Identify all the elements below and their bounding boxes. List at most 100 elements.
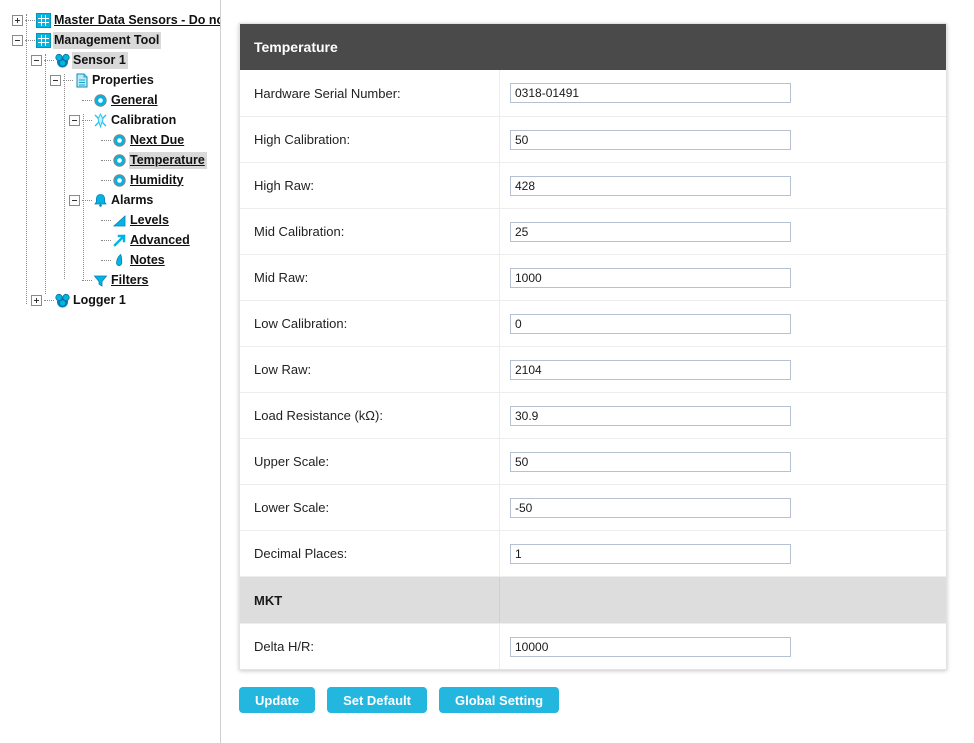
document-icon (74, 73, 89, 88)
tree-guide-rail (64, 74, 65, 279)
tree-node[interactable]: Advanced (0, 230, 220, 250)
field-label: High Raw: (240, 163, 500, 208)
tree-node[interactable]: Next Due (0, 130, 220, 150)
tree-connector-line (101, 239, 111, 241)
navigation-tree-panel: Master Data Sensors - Do no Management To… (0, 0, 221, 743)
tree-node[interactable]: Sensor 1 (0, 50, 220, 70)
field-label: Hardware Serial Number: (240, 70, 500, 116)
tree-node[interactable]: Properties (0, 70, 220, 90)
tree-node[interactable]: Alarms (0, 190, 220, 210)
circle-icon (112, 133, 127, 148)
field-value-cell (500, 301, 946, 346)
tree-node[interactable]: Humidity (0, 170, 220, 190)
circle-icon (93, 93, 108, 108)
field-label: Load Resistance (kΩ): (240, 393, 500, 438)
set-default-button[interactable]: Set Default (327, 687, 427, 713)
form-row: Low Calibration: (240, 300, 946, 346)
tree-connector-line (44, 299, 54, 301)
tree-node-label[interactable]: Alarms (110, 192, 155, 209)
tree-node-label[interactable]: Logger 1 (72, 292, 128, 309)
grid-icon (36, 32, 51, 48)
tree-guide-rail (83, 194, 84, 279)
field-label: Low Raw: (240, 347, 500, 392)
grid-icon (36, 12, 51, 28)
tree-node-label[interactable]: Properties (91, 72, 156, 89)
tree-node-label[interactable]: Temperature (129, 151, 207, 169)
tree-connector-line (82, 279, 92, 281)
form-row: Mid Raw: (240, 254, 946, 300)
tree-node[interactable]: Master Data Sensors - Do no (0, 10, 220, 30)
sensor-cluster-icon (55, 53, 70, 68)
tree-node-label[interactable]: Advanced (129, 232, 192, 249)
arrow-icon (112, 233, 127, 248)
tree-node[interactable]: Notes (0, 250, 220, 270)
field-value-cell (500, 163, 946, 208)
tree-connector-line (101, 179, 111, 181)
collapse-icon[interactable] (69, 194, 80, 206)
tree-node[interactable]: Levels (0, 210, 220, 230)
collapse-icon[interactable] (69, 114, 80, 126)
form-row: Hardware Serial Number: (240, 70, 946, 116)
text-input[interactable] (510, 83, 791, 103)
field-label: Upper Scale: (240, 439, 500, 484)
form-row: High Calibration: (240, 116, 946, 162)
form-row: Lower Scale: (240, 484, 946, 530)
collapse-icon[interactable] (12, 34, 23, 46)
text-input[interactable] (510, 636, 791, 657)
tree-node-list: Master Data Sensors - Do no Management To… (0, 0, 220, 310)
collapse-icon[interactable] (50, 74, 61, 86)
field-label: High Calibration: (240, 117, 500, 162)
text-input[interactable] (510, 497, 791, 518)
form-row: Delta H/R: (240, 623, 946, 669)
funnel-icon (93, 273, 108, 288)
sensor-cluster-icon (55, 293, 70, 308)
text-input[interactable] (510, 129, 791, 150)
chart-icon (112, 213, 127, 228)
text-input[interactable] (510, 221, 791, 242)
tree-connector-line (101, 259, 111, 261)
field-label: Lower Scale: (240, 485, 500, 530)
field-label: Delta H/R: (240, 624, 500, 669)
field-label: Decimal Places: (240, 531, 500, 576)
form-row: Load Resistance (kΩ): (240, 392, 946, 438)
tree-node[interactable]: Temperature (0, 150, 220, 170)
form-row: Decimal Places: (240, 530, 946, 576)
field-value-cell (500, 393, 946, 438)
tree-node[interactable]: General (0, 90, 220, 110)
tree-node-label[interactable]: Next Due (129, 132, 186, 149)
form-row: High Raw: (240, 162, 946, 208)
tree-node[interactable]: Logger 1 (0, 290, 220, 310)
global-setting-button[interactable]: Global Setting (438, 687, 560, 713)
text-input[interactable] (510, 313, 791, 334)
text-input[interactable] (510, 543, 791, 564)
tree-node-label[interactable]: Management Tool (53, 31, 162, 49)
tree-node-label[interactable]: Humidity (129, 172, 185, 189)
field-value-cell (500, 347, 946, 392)
collapse-icon[interactable] (31, 54, 42, 66)
tree-node-label[interactable]: Sensor 1 (72, 51, 128, 69)
tree-node-label[interactable]: Levels (129, 212, 171, 229)
tree-connector-line (82, 99, 92, 101)
tree-node-label[interactable]: Calibration (110, 112, 178, 129)
text-input[interactable] (510, 405, 791, 426)
expand-icon[interactable] (12, 14, 23, 26)
circle-icon (112, 153, 127, 168)
field-value-cell (500, 485, 946, 530)
text-input[interactable] (510, 267, 791, 288)
temperature-settings-panel: Temperature Hardware Serial Number:High … (239, 23, 947, 670)
tree-node-label[interactable]: Filters (110, 272, 151, 289)
text-input[interactable] (510, 359, 791, 380)
text-input[interactable] (510, 451, 791, 472)
tree-node-label[interactable]: General (110, 92, 160, 109)
form-field-list: Hardware Serial Number:High Calibration:… (240, 70, 946, 669)
tree-node[interactable]: Calibration (0, 110, 220, 130)
update-button[interactable]: Update (239, 687, 316, 713)
tree-node[interactable]: Management Tool (0, 30, 220, 50)
pen-icon (112, 253, 127, 268)
expand-icon[interactable] (31, 294, 42, 306)
tree-node[interactable]: Filters (0, 270, 220, 290)
tree-node-label[interactable]: Master Data Sensors - Do no (53, 12, 220, 29)
text-input[interactable] (510, 175, 791, 196)
tree-node-label[interactable]: Notes (129, 252, 167, 269)
page-title: Temperature (254, 39, 338, 55)
